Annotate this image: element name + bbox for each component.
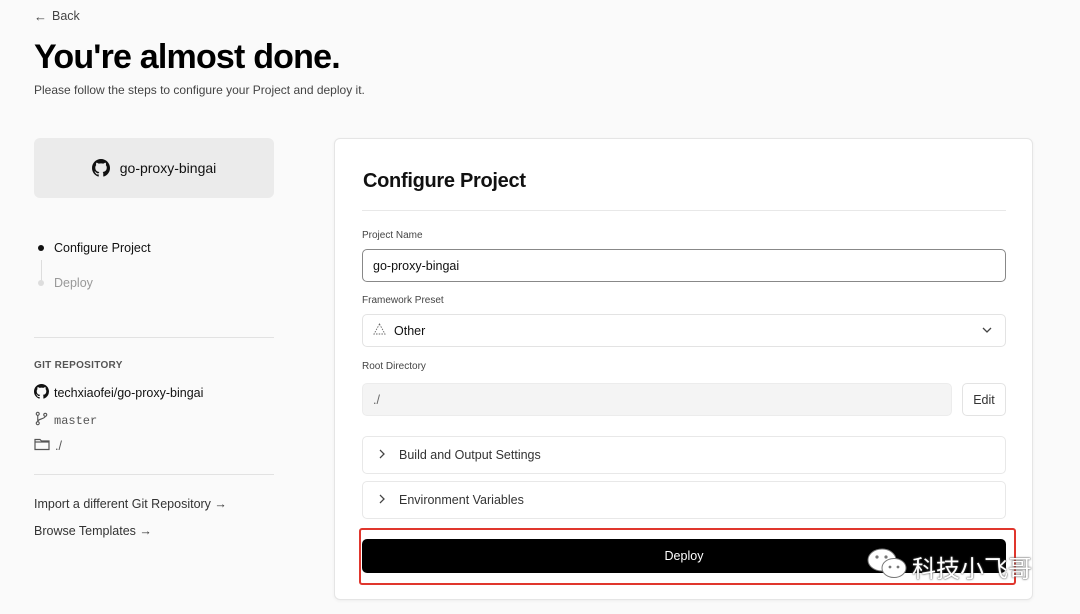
root-directory-label: Root Directory: [362, 361, 426, 372]
panel-title: Configure Project: [363, 170, 526, 192]
step-label: Configure Project: [54, 241, 151, 255]
chevron-down-icon: [981, 324, 993, 339]
edit-root-directory-button[interactable]: Edit: [962, 383, 1006, 416]
browse-templates-link[interactable]: Browse Templates →: [34, 524, 152, 538]
steps-list: Configure Project Deploy: [34, 238, 151, 293]
configure-project-panel: Configure Project Project Name go-proxy-…: [334, 138, 1033, 600]
project-name-input[interactable]: go-proxy-bingai: [362, 249, 1006, 282]
root-directory-input: ./: [362, 383, 952, 416]
git-repository-row[interactable]: techxiaofei/go-proxy-bingai: [34, 384, 203, 402]
git-directory-row: ./: [34, 437, 62, 454]
framework-triangle-icon: [373, 323, 386, 338]
watermark-text: 科技小飞哥: [912, 554, 1032, 583]
git-section-title: GIT REPOSITORY: [34, 360, 123, 371]
sidebar-divider: [34, 337, 274, 338]
build-output-settings-label: Build and Output Settings: [399, 448, 541, 462]
repo-name: go-proxy-bingai: [119, 160, 217, 176]
step-label: Deploy: [54, 276, 93, 290]
step-active-dot: [38, 245, 44, 251]
repo-card: go-proxy-bingai: [34, 138, 274, 198]
chevron-right-icon: [377, 493, 387, 507]
folder-icon: [34, 437, 50, 454]
framework-preset-value: Other: [394, 323, 426, 338]
git-branch-row: master: [34, 411, 97, 430]
page-title: You're almost done.: [34, 38, 341, 76]
build-output-settings-toggle[interactable]: Build and Output Settings: [362, 436, 1006, 474]
panel-divider: [362, 210, 1006, 211]
github-icon: [34, 384, 49, 402]
wechat-icon: [866, 546, 908, 586]
git-directory-path: ./: [55, 438, 62, 453]
watermark: 科技小飞哥: [866, 546, 1032, 586]
git-branch-icon: [34, 411, 49, 430]
environment-variables-label: Environment Variables: [399, 493, 524, 507]
git-repository-name: techxiaofei/go-proxy-bingai: [54, 386, 204, 400]
sidebar-divider: [34, 474, 274, 475]
project-name-label: Project Name: [362, 230, 423, 241]
step-deploy: Deploy: [34, 273, 151, 293]
page-subtitle: Please follow the steps to configure you…: [34, 83, 365, 97]
step-configure-project: Configure Project: [34, 238, 151, 258]
github-icon: [91, 159, 110, 177]
back-label: Back: [52, 9, 80, 23]
import-repository-link[interactable]: Import a different Git Repository →: [34, 497, 227, 511]
framework-preset-select[interactable]: Other: [362, 314, 1006, 347]
git-branch-name: master: [54, 413, 98, 428]
framework-preset-label: Framework Preset: [362, 295, 444, 306]
chevron-right-icon: [377, 448, 387, 462]
back-link[interactable]: ← Back: [34, 9, 80, 23]
step-inactive-dot: [38, 280, 44, 286]
arrow-left-icon: ←: [34, 8, 47, 24]
environment-variables-toggle[interactable]: Environment Variables: [362, 481, 1006, 519]
